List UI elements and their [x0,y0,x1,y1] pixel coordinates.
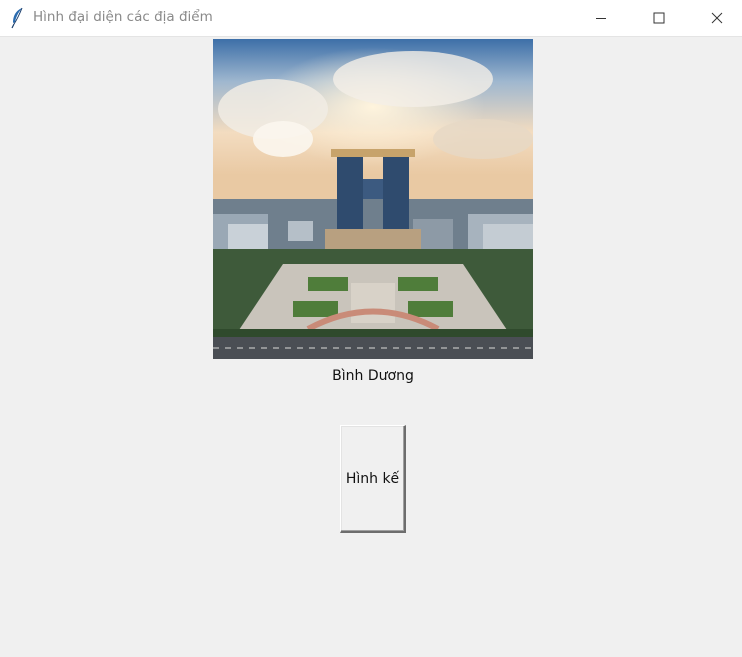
minimize-icon [596,18,606,19]
minimize-button[interactable] [578,0,624,36]
feather-icon [9,7,27,29]
location-photo [213,39,533,359]
window-title: Hình đại diện các địa điểm [33,9,213,25]
maximize-button[interactable] [636,0,682,36]
maximize-icon [653,12,665,24]
next-image-button[interactable]: Hình kế [340,425,406,533]
location-caption: Bình Dương [332,368,414,384]
close-icon [711,12,723,24]
close-button[interactable] [694,0,740,36]
title-bar: Hình đại diện các địa điểm [0,0,742,37]
